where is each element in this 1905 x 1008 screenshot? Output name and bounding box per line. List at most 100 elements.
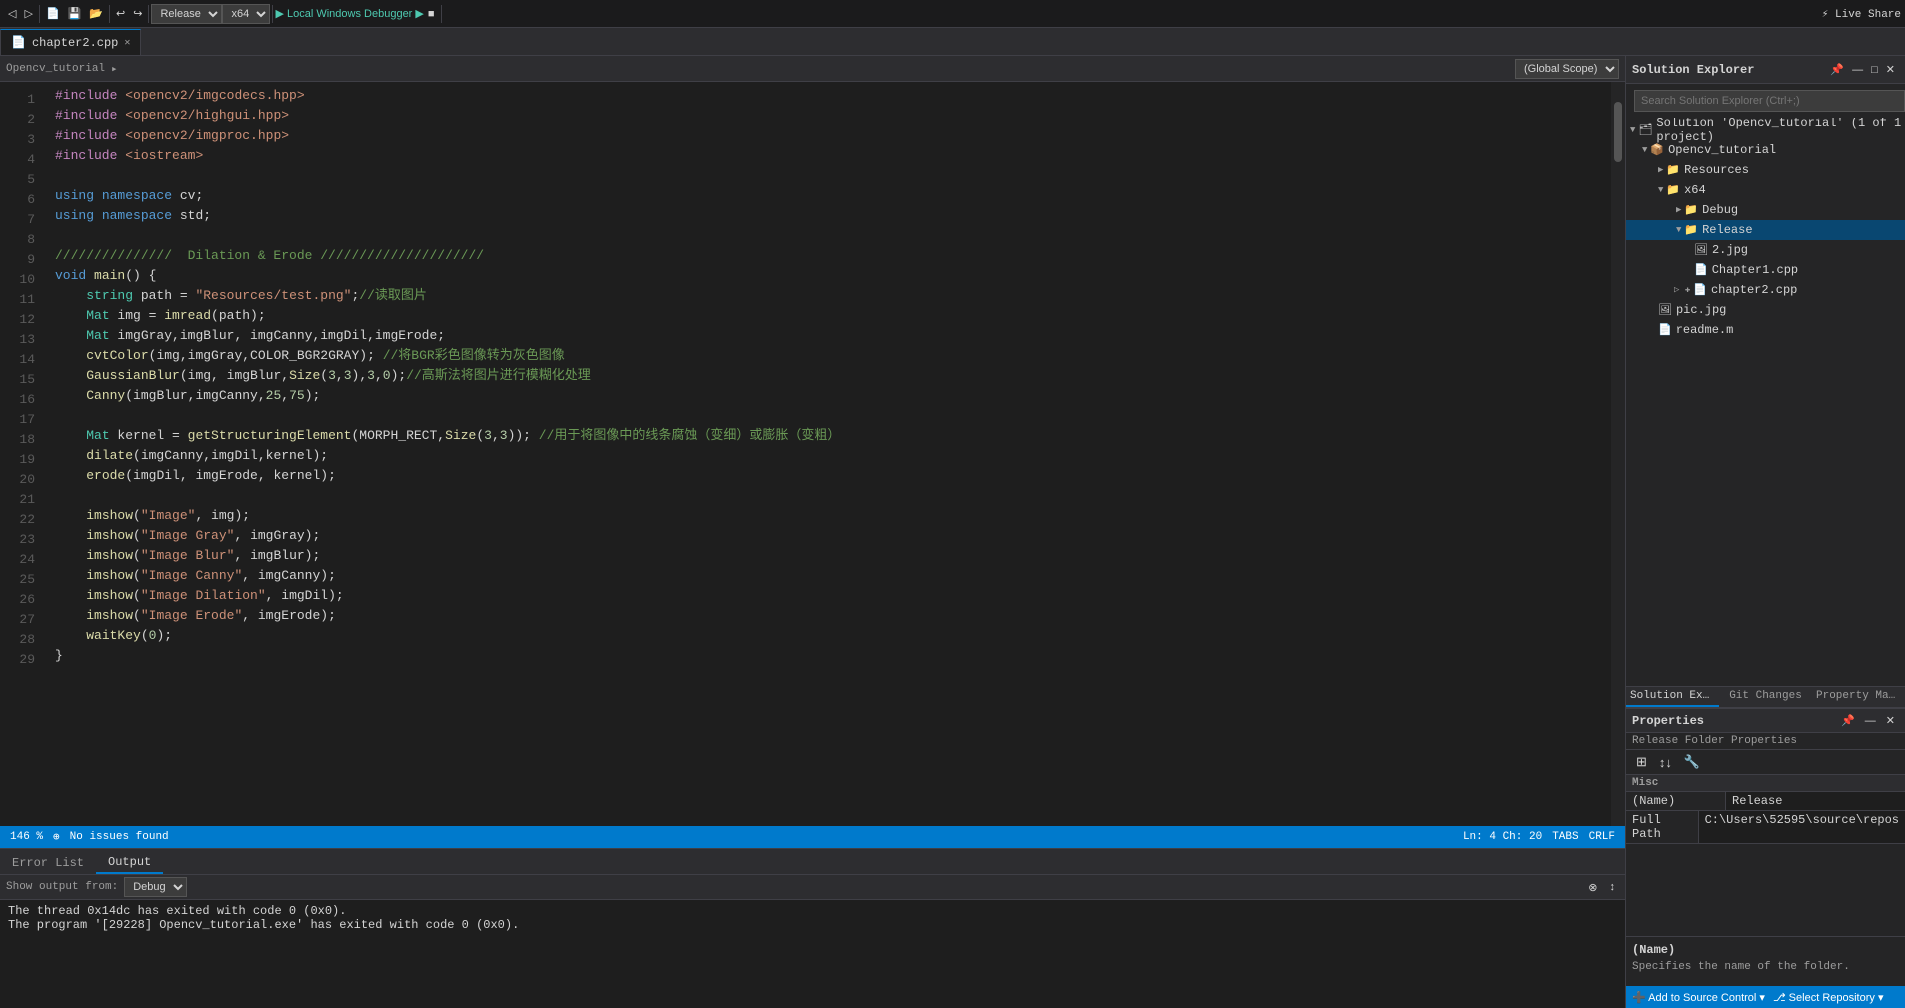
output-line1: The thread 0x14dc has exited with code 0… [8,904,1617,918]
file-btn[interactable]: 📄 [42,5,64,22]
props-name-val[interactable]: Release [1726,792,1905,810]
editor-tab-chapter2[interactable]: 📄 chapter2.cpp ✕ [0,29,141,55]
se-tabs: Solution Explorer Git Changes Property M… [1626,686,1905,708]
props-toolbar: ⊞ ↕↓ 🔧 [1626,750,1905,775]
solution-icon: 🗂 [1638,123,1652,137]
sep1 [39,5,40,23]
output-content: The thread 0x14dc has exited with code 0… [0,900,1625,1008]
resources-label: Resources [1684,163,1749,177]
main-area: Opencv_tutorial ▸ (Global Scope) 12345 6… [0,56,1905,1008]
status-left: 146 % ⊕ No issues found [10,830,169,844]
breadcrumb-sep: ▸ [111,62,118,76]
scroll-thumb[interactable] [1614,102,1622,162]
readme-icon: 📄 [1658,323,1672,337]
sep4 [272,5,273,23]
code-content[interactable]: #include <opencv2/imgcodecs.hpp> #includ… [45,82,1611,826]
error-list-tab[interactable]: Error List [0,852,96,874]
nav-forward-btn[interactable]: ▷ [20,5,36,22]
file-2jpg-label: 2.jpg [1712,243,1748,257]
status-right: Ln: 4 Ch: 20 TABS CRLF [1463,831,1615,843]
se-tab-git-changes[interactable]: Git Changes [1719,687,1812,707]
file-readme[interactable]: 📄 readme.m [1626,320,1905,340]
folder-icon: 📁 [1666,163,1680,177]
nav-back-btn[interactable]: ◁ [4,5,20,22]
file-chapter1[interactable]: 📄 Chapter1.cpp [1626,260,1905,280]
chapter2-icon: 📄 [1693,283,1707,297]
project-icon: 📦 [1650,143,1664,157]
issues-status: No issues found [70,831,169,843]
arch-dropdown[interactable]: x64 [222,4,270,24]
scope-dropdown[interactable]: (Global Scope) [1515,59,1619,79]
props-fullpath-val[interactable]: C:\Users\52595\source\repos [1699,811,1905,843]
show-output-dropdown[interactable]: Debug [124,877,187,897]
git-icon: ⊕ [53,830,60,844]
props-misc-section: Misc [1626,775,1905,792]
file-2jpg[interactable]: 🖼 2.jpg [1626,240,1905,260]
file-chapter2-label: chapter2.cpp [1711,283,1797,297]
se-search-input[interactable] [1634,90,1905,112]
file-chapter2[interactable]: ▷ ✚ 📄 chapter2.cpp [1626,280,1905,300]
se-tab-solution-explorer[interactable]: Solution Explorer [1626,687,1719,707]
undo-btn[interactable]: ↩ [112,5,129,22]
solution-explorer-panel: Solution Explorer 📌 — □ ✕ ▼ 🗂 Solution '… [1626,56,1905,686]
release-folder[interactable]: ▼ 📁 Release [1626,220,1905,240]
run-button[interactable]: ▶ Local Windows Debugger ▶ [275,7,423,20]
select-repo-btn[interactable]: ⎇ Select Repository ▾ [1773,991,1884,1004]
props-desc-text: Specifies the name of the folder. [1632,961,1899,973]
code-editor[interactable]: 12345 678910 1112131415 1617181920 21222… [0,82,1625,826]
x64-arrow: ▼ [1658,185,1663,195]
build-config-dropdown[interactable]: Release [151,4,222,24]
output-clear-btn[interactable]: ⊗ [1584,879,1601,896]
se-min-btn[interactable]: — [1848,62,1867,78]
debug-folder-icon: 📁 [1684,203,1698,217]
output-header: Show output from: Debug ⊗ ↕ [0,875,1625,900]
tabs-indicator: TABS [1552,831,1578,843]
se-search-wrapper [1626,84,1905,118]
sep5 [441,5,442,23]
props-desc-title: (Name) [1632,943,1899,957]
scroll-bar[interactable] [1611,82,1625,826]
resources-folder[interactable]: ▶ 📁 Resources [1626,160,1905,180]
props-name-row: (Name) Release [1626,792,1905,811]
live-share-label: ⚡ Live Share [1822,7,1901,21]
props-close-btn[interactable]: ✕ [1882,712,1899,729]
project-arrow: ▼ [1642,145,1647,155]
release-label: Release [1702,223,1752,237]
output-wrap-btn[interactable]: ↕ [1606,879,1620,896]
se-pin-btn[interactable]: 📌 [1826,61,1848,78]
redo-btn[interactable]: ↪ [129,5,146,22]
save-btn[interactable]: 💾 [64,5,86,22]
se-close-btn[interactable]: ✕ [1882,61,1899,78]
props-pin-btn[interactable]: 📌 [1837,712,1859,729]
stop-btn[interactable]: ■ [424,6,439,22]
add-source-btn[interactable]: ➕ Add to Source Control ▾ [1632,991,1765,1004]
props-sort-btn[interactable]: ↕↓ [1655,753,1676,772]
tab-close-button[interactable]: ✕ [124,37,130,49]
cpp-icon: 📄 [1694,263,1708,277]
se-tab-property-manager[interactable]: Property Manager [1812,687,1905,707]
se-max-btn[interactable]: □ [1867,62,1882,78]
file-pic[interactable]: 🖼 pic.jpg [1626,300,1905,320]
open-btn[interactable]: 📂 [85,5,107,22]
x64-label: x64 [1684,183,1706,197]
props-min-btn[interactable]: — [1861,712,1880,729]
tab-file-icon: 📄 [11,35,26,50]
line-numbers: 12345 678910 1112131415 1617181920 21222… [0,82,45,826]
debug-folder[interactable]: ▶ 📁 Debug [1626,200,1905,220]
sep3 [148,5,149,23]
properties-panel: Properties 📌 — ✕ Release Folder Properti… [1626,708,1905,1008]
solution-root[interactable]: ▼ 🗂 Solution 'Opencv_tutorial' (1 of 1 p… [1626,120,1905,140]
sep2 [109,5,110,23]
debug-arrow: ▶ [1676,205,1681,215]
output-tab[interactable]: Output [96,852,163,874]
release-folder-icon: 📁 [1684,223,1698,237]
se-toolbar: Solution Explorer 📌 — □ ✕ [1626,56,1905,84]
props-subtitle: Release Folder Properties [1626,733,1905,750]
props-grid-btn[interactable]: ⊞ [1632,752,1651,772]
line-col: Ln: 4 Ch: 20 [1463,831,1542,843]
zoom-level: 146 % [10,831,43,843]
props-header: Properties 📌 — ✕ [1626,709,1905,733]
x64-folder[interactable]: ▼ 📁 x64 [1626,180,1905,200]
breadcrumb-project: Opencv_tutorial [6,63,105,75]
props-wrench-btn[interactable]: 🔧 [1680,752,1704,772]
